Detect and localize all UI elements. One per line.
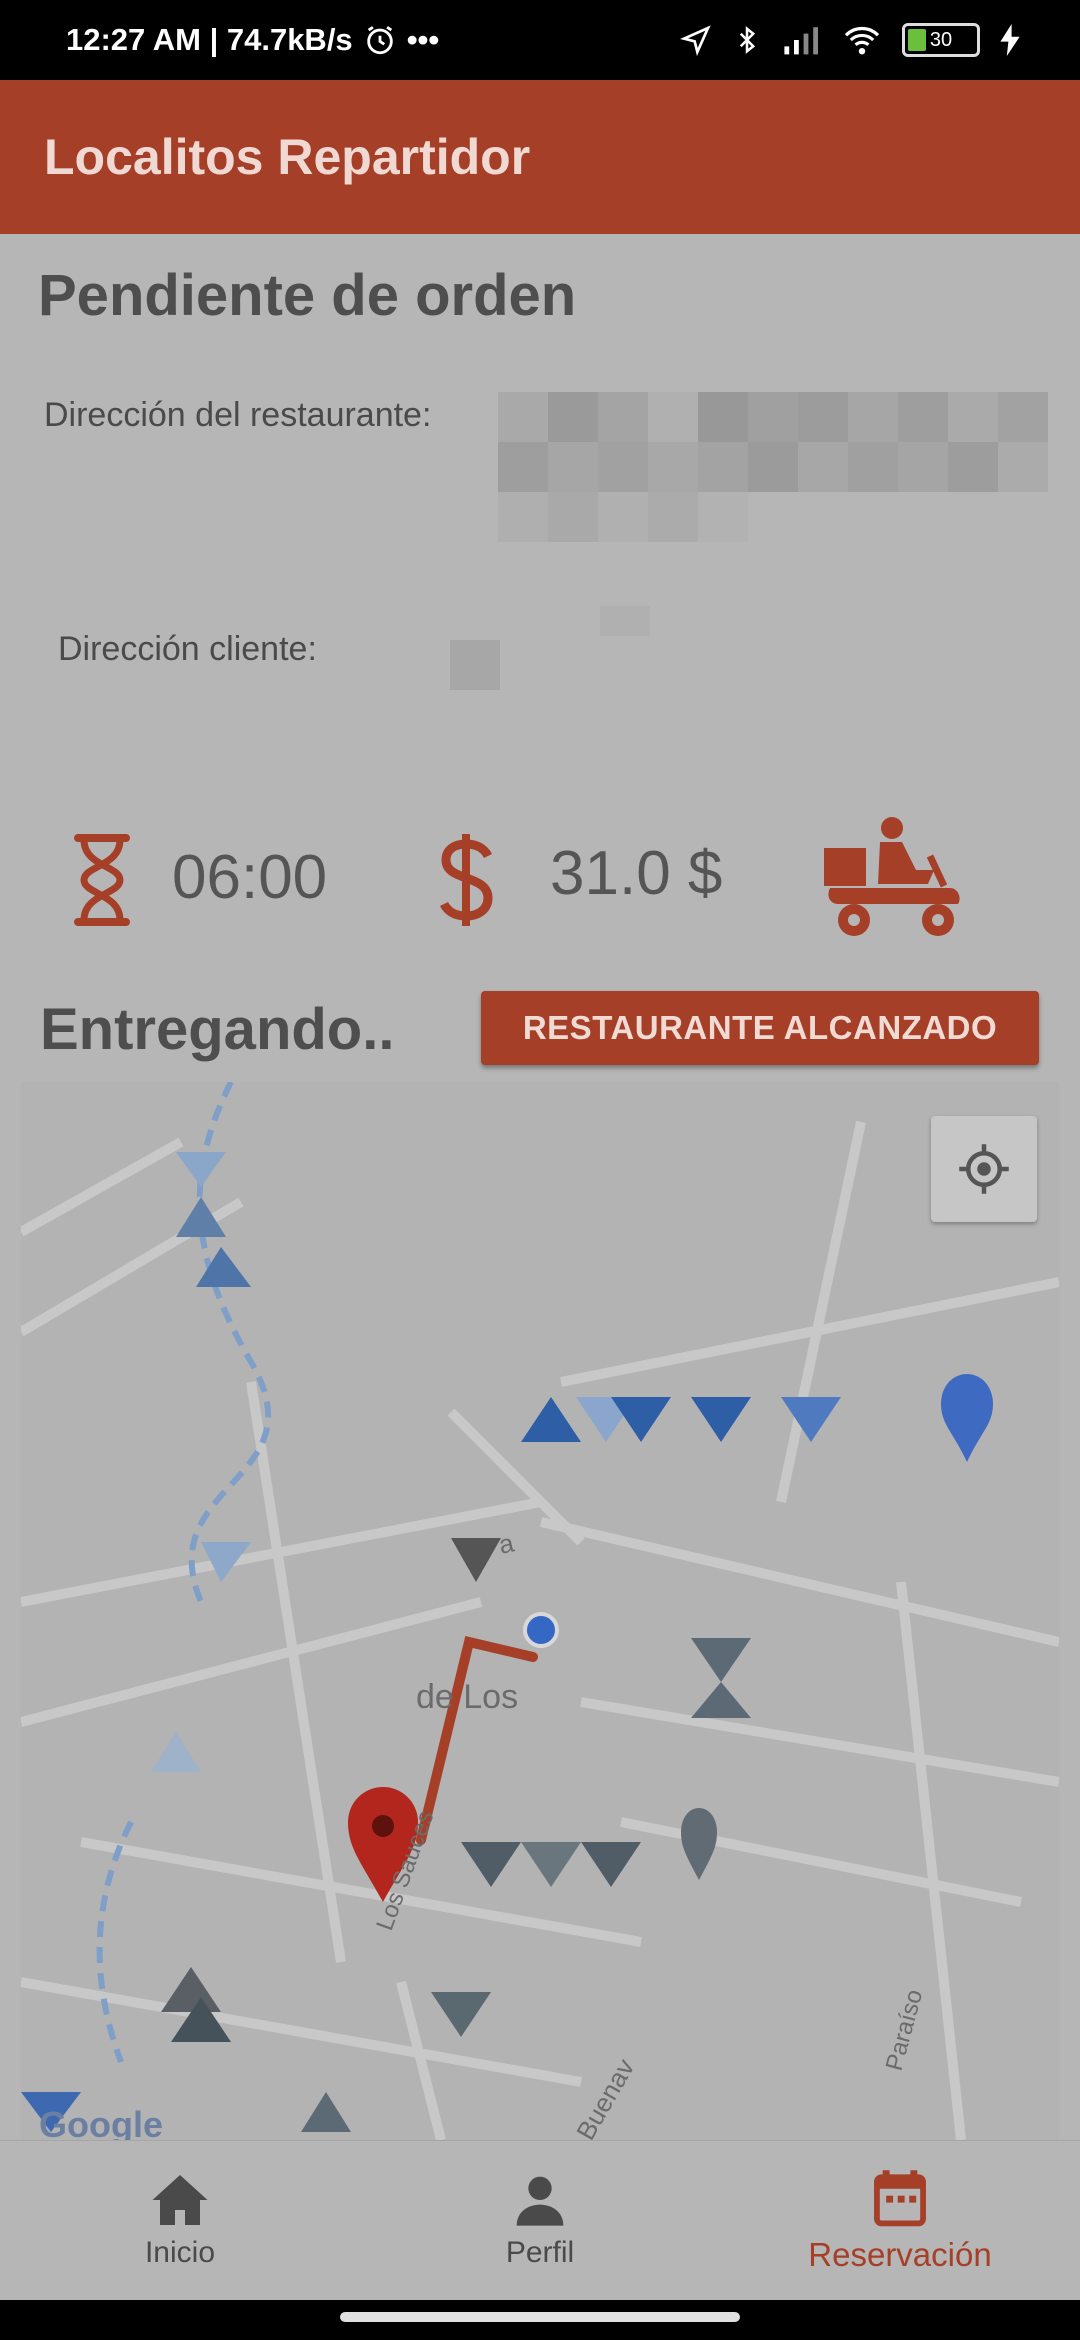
route-map[interactable]: de Los a Los Sauces Paraíso Buenav Googl… (21, 1082, 1059, 2140)
bluetooth-icon (739, 26, 756, 54)
home-icon (152, 2175, 208, 2225)
google-logo: Google (39, 2104, 163, 2140)
map-label-buenav: Buenav (570, 2054, 640, 2140)
charging-icon (1000, 24, 1020, 56)
gesture-area (0, 2300, 1080, 2340)
map-label-de-los: de Los (416, 1678, 518, 1716)
wifi-icon (844, 26, 880, 55)
battery-icon: 30 (902, 23, 980, 57)
status-left: 12:27 AM | 74.7kB/s ••• (66, 22, 439, 58)
nav-item-perfil[interactable]: Perfil (360, 2141, 720, 2301)
client-address-redacted-2 (600, 606, 650, 636)
delivering-title: Entregando.. (40, 997, 395, 1062)
calendar-icon (874, 2170, 926, 2227)
person-icon (516, 2176, 564, 2226)
river-line-2 (96, 1820, 134, 2064)
order-title: Pendiente de orden (38, 263, 577, 328)
route-line (416, 1635, 538, 1845)
restaurant-address-label: Dirección del restaurante: (44, 396, 432, 434)
restaurant-address-redacted (498, 392, 1048, 542)
map-mosaic (21, 1152, 993, 2132)
location-arrow-icon (680, 25, 711, 56)
bottom-navigation: Inicio Perfil Reservación (0, 2140, 1080, 2301)
gesture-bar[interactable] (340, 2312, 740, 2322)
status-time: 12:27 AM | 74.7kB/s (66, 22, 353, 57)
map-label-a: a (496, 1527, 517, 1559)
map-label-paraiso: Paraíso (881, 1987, 928, 2074)
map-canvas[interactable]: de Los a Los Sauces Paraíso Buenav (21, 1082, 1059, 2140)
nav-item-inicio[interactable]: Inicio (0, 2141, 360, 2301)
hourglass-icon (74, 834, 130, 926)
delivery-scooter-icon (824, 817, 960, 936)
order-info-row: 06:00 31.0 $ (0, 817, 1080, 974)
destination-pin-dot (372, 1815, 394, 1837)
nav-item-reservacion[interactable]: Reservación (720, 2141, 1080, 2301)
time-value: 06:00 (172, 843, 328, 912)
nav-label-inicio: Inicio (144, 2236, 216, 2269)
crosshair-icon (959, 1144, 1009, 1194)
status-right: 30 (680, 23, 1020, 57)
signal-icon (784, 27, 818, 55)
client-address-redacted (450, 640, 500, 690)
nav-label-reservacion: Reservación (808, 2236, 992, 2273)
app-bar: Localitos Repartidor (0, 80, 1080, 234)
current-location-marker[interactable] (523, 1612, 559, 1648)
status-bar: 12:27 AM | 74.7kB/s ••• 30 (0, 0, 1080, 80)
app-title: Localitos Repartidor (44, 129, 531, 185)
dollar-icon (439, 834, 493, 926)
nav-label-perfil: Perfil (505, 2236, 575, 2269)
my-location-button[interactable] (931, 1116, 1037, 1222)
client-address-label: Dirección cliente: (58, 630, 317, 668)
alarm-icon (366, 26, 393, 55)
restaurant-reached-button[interactable]: RESTAURANTE ALCANZADO (481, 991, 1039, 1065)
price-value: 31.0 $ (550, 839, 723, 908)
status-more: ••• (406, 22, 440, 57)
